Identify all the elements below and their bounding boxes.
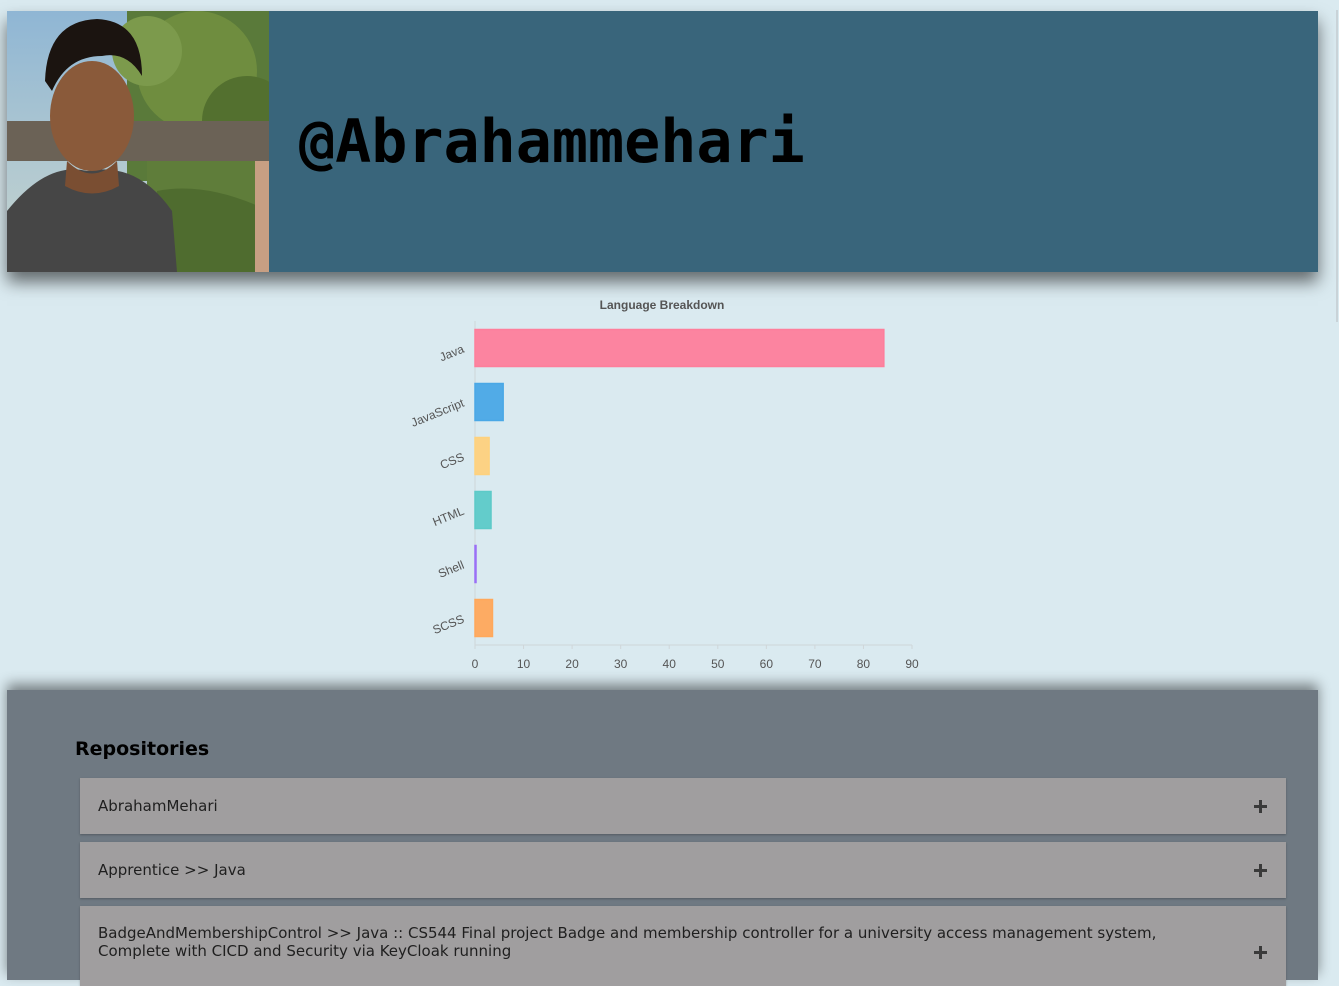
chart-title: Language Breakdown	[600, 298, 725, 312]
y-tick-label: JavaScript	[409, 396, 467, 430]
x-tick-label: 30	[614, 657, 628, 671]
x-tick-label: 70	[808, 657, 822, 671]
bar-java	[474, 328, 885, 368]
repo-label: AbrahamMehari	[98, 797, 218, 815]
profile-header: @Abrahammehari	[7, 11, 1318, 272]
avatar-image	[7, 11, 269, 272]
repo-item-abrahammehari[interactable]: AbrahamMehari	[80, 778, 1286, 834]
repo-label: Apprentice >> Java	[98, 861, 246, 879]
bar-html	[474, 490, 492, 530]
y-tick-label: Shell	[436, 558, 466, 581]
repositories-section: Repositories AbrahamMehari Apprentice >>…	[7, 690, 1318, 986]
bar-scss	[474, 598, 494, 638]
x-tick-label: 0	[472, 657, 479, 671]
y-tick-label: CSS	[438, 450, 466, 472]
bar-javascript	[474, 382, 504, 422]
repo-item-badgeandmembershipcontrol[interactable]: BadgeAndMembershipControl >> Java :: CS5…	[80, 906, 1286, 986]
x-tick-label: 10	[517, 657, 531, 671]
repo-item-apprentice[interactable]: Apprentice >> Java	[80, 842, 1286, 898]
y-tick-label: HTML	[431, 504, 467, 529]
plus-icon[interactable]	[1254, 800, 1268, 814]
x-tick-label: 60	[760, 657, 774, 671]
bar-css	[474, 436, 490, 476]
y-tick-label: Java	[437, 342, 466, 365]
plus-icon[interactable]	[1254, 946, 1268, 960]
avatar	[7, 11, 269, 272]
bar-shell	[474, 544, 477, 584]
profile-username: @Abrahammehari	[299, 107, 805, 177]
scrollbar[interactable]	[1336, 10, 1338, 322]
repositories-title: Repositories	[75, 738, 210, 760]
x-tick-label: 20	[565, 657, 579, 671]
language-chart-svg: Language Breakdown Java JavaScript CSS HTML…	[409, 298, 919, 671]
language-chart: Language Breakdown Java JavaScript CSS HTML…	[380, 290, 940, 680]
x-tick-label: 40	[663, 657, 677, 671]
x-tick-label: 90	[905, 657, 919, 671]
x-tick-label: 80	[857, 657, 871, 671]
x-tick-label: 50	[711, 657, 725, 671]
y-tick-label: SCSS	[431, 612, 467, 637]
repo-label: BadgeAndMembershipControl >> Java :: CS5…	[98, 924, 1157, 960]
plus-icon[interactable]	[1254, 864, 1268, 878]
